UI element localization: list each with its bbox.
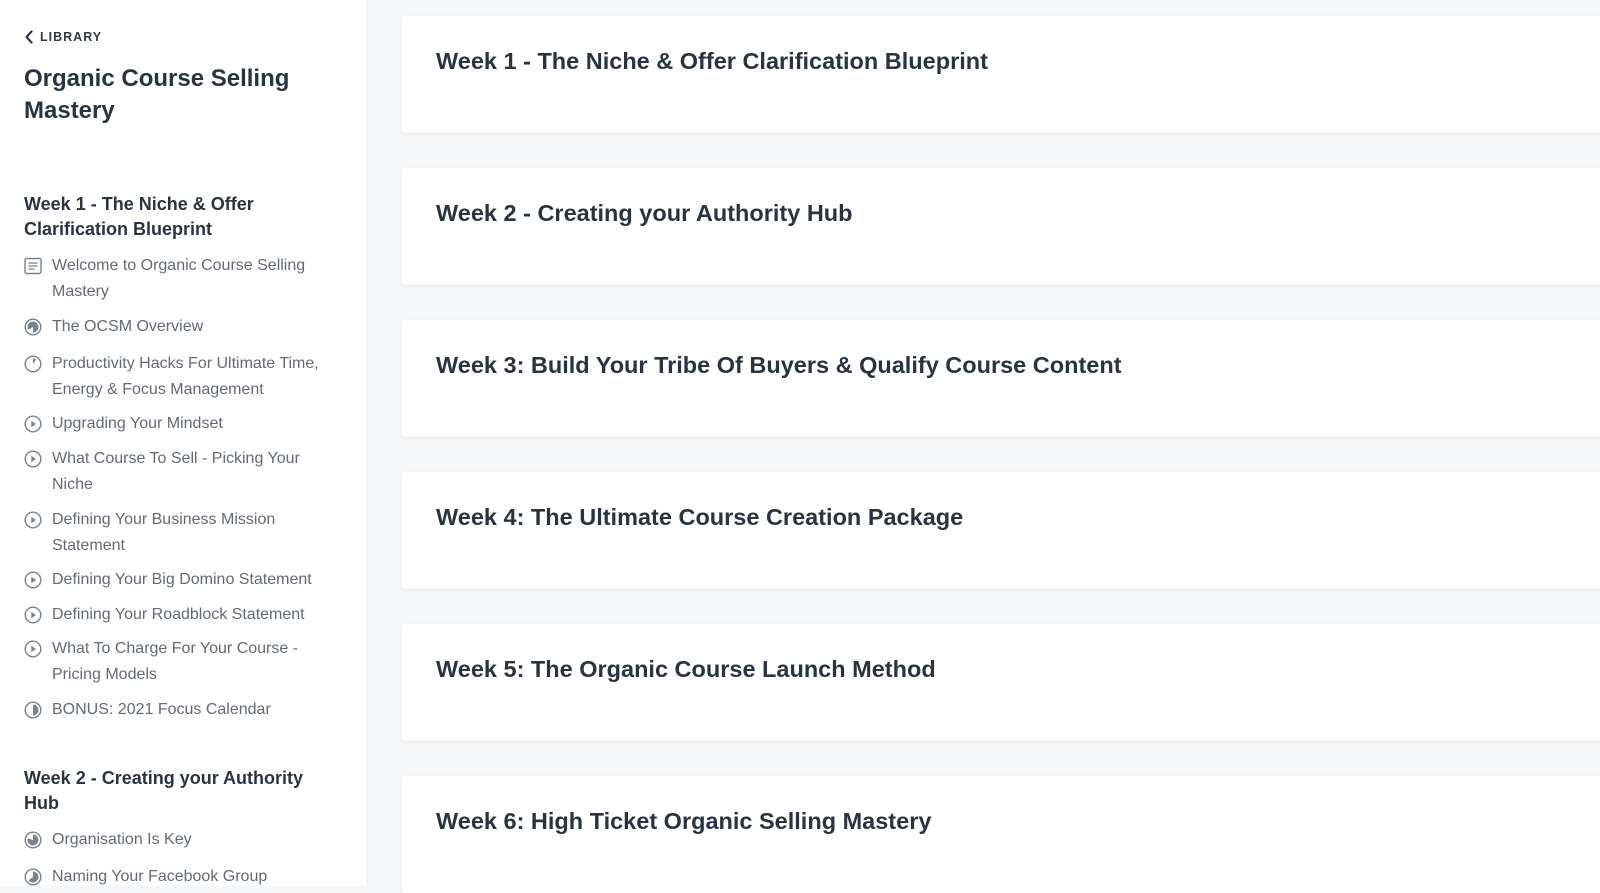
play-circle-icon bbox=[24, 450, 42, 468]
module-card[interactable]: Week 4: The Ultimate Course Creation Pac… bbox=[402, 472, 1600, 589]
module-title: Week 3: Build Your Tribe Of Buyers & Qua… bbox=[436, 352, 1122, 378]
lesson-label: Productivity Hacks For Ultimate Time, En… bbox=[52, 355, 319, 398]
sidebar-lesson[interactable]: Naming Your Facebook Group bbox=[24, 864, 334, 886]
lesson-label: Defining Your Business Mission Statement bbox=[52, 511, 276, 554]
sidebar-lesson[interactable]: What Course To Sell - Picking Your Niche bbox=[24, 446, 334, 498]
module-title: Week 5: The Organic Course Launch Method bbox=[436, 656, 936, 682]
lesson-label: The OCSM Overview bbox=[52, 318, 204, 335]
back-link-label: LIBRARY bbox=[40, 30, 103, 44]
sidebar-lesson[interactable]: What To Charge For Your Course - Pricing… bbox=[24, 636, 334, 688]
sidebar-lesson[interactable]: Organisation Is Key bbox=[24, 827, 334, 853]
chevron-left-icon bbox=[24, 30, 34, 44]
course-player: LIBRARY Organic Course Selling Mastery W… bbox=[0, 0, 1600, 893]
course-sidebar: LIBRARY Organic Course Selling Mastery W… bbox=[0, 0, 368, 886]
lesson-label: Naming Your Facebook Group bbox=[52, 868, 268, 885]
progress-half-icon bbox=[24, 318, 42, 336]
lesson-label: BONUS: 2021 Focus Calendar bbox=[52, 701, 271, 718]
sidebar-lesson[interactable]: Defining Your Business Mission Statement bbox=[24, 507, 334, 559]
module-card[interactable]: Week 2 - Creating your Authority Hub bbox=[402, 168, 1600, 285]
lesson-label: Upgrading Your Mindset bbox=[52, 415, 223, 432]
module-title: Week 2 - Creating your Authority Hub bbox=[436, 200, 853, 226]
sidebar-lesson[interactable]: Upgrading Your Mindset bbox=[24, 411, 334, 437]
progress-low-icon bbox=[24, 355, 42, 373]
lesson-label: Defining Your Big Domino Statement bbox=[52, 571, 312, 588]
sidebar-lesson[interactable]: Defining Your Big Domino Statement bbox=[24, 567, 334, 593]
progress-half-icon bbox=[24, 868, 42, 886]
sidebar-lesson[interactable]: BONUS: 2021 Focus Calendar bbox=[24, 697, 334, 723]
module-card[interactable]: Week 1 - The Niche & Offer Clarification… bbox=[402, 16, 1600, 133]
sidebar-lesson[interactable]: Productivity Hacks For Ultimate Time, En… bbox=[24, 351, 334, 403]
sidebar-section-title: Week 2 - Creating your Authority Hub bbox=[24, 768, 304, 813]
sidebar-lesson[interactable]: Welcome to Organic Course Selling Master… bbox=[24, 253, 334, 305]
play-circle-icon bbox=[24, 415, 42, 433]
sidebar-section-title: Week 1 - The Niche & Offer Clarification… bbox=[24, 194, 254, 239]
lesson-label: What Course To Sell - Picking Your Niche bbox=[52, 450, 300, 493]
lesson-label: What To Charge For Your Course - Pricing… bbox=[52, 640, 299, 683]
play-circle-icon bbox=[24, 571, 42, 589]
play-circle-icon bbox=[24, 640, 42, 658]
sidebar-lesson[interactable]: The OCSM Overview bbox=[24, 314, 334, 340]
progress-half-icon bbox=[24, 701, 42, 719]
lesson-label: Welcome to Organic Course Selling Master… bbox=[52, 257, 306, 300]
lesson-label: Defining Your Roadblock Statement bbox=[52, 606, 305, 623]
module-title: Week 6: High Ticket Organic Selling Mast… bbox=[436, 808, 932, 834]
module-card[interactable]: Week 6: High Ticket Organic Selling Mast… bbox=[402, 776, 1600, 893]
play-circle-icon bbox=[24, 606, 42, 624]
back-to-library-link[interactable]: LIBRARY bbox=[24, 30, 102, 44]
sidebar-lesson[interactable]: Defining Your Roadblock Statement bbox=[24, 602, 334, 628]
module-card[interactable]: Week 3: Build Your Tribe Of Buyers & Qua… bbox=[402, 320, 1600, 437]
progress-high-icon bbox=[24, 831, 42, 849]
lesson-label: Organisation Is Key bbox=[52, 831, 192, 848]
module-card[interactable]: Week 5: The Organic Course Launch Method bbox=[402, 624, 1600, 741]
module-title: Week 4: The Ultimate Course Creation Pac… bbox=[436, 504, 964, 530]
play-circle-icon bbox=[24, 511, 42, 529]
text-doc-icon bbox=[24, 257, 42, 275]
course-title: Organic Course Selling Mastery bbox=[24, 65, 290, 124]
module-title: Week 1 - The Niche & Offer Clarification… bbox=[436, 48, 988, 74]
